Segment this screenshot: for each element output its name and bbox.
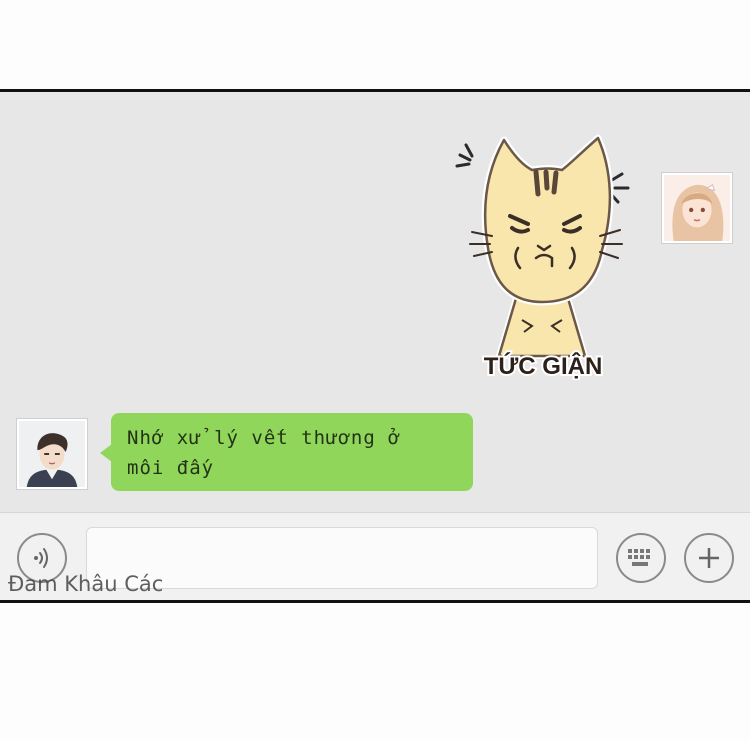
incoming-message-bubble[interactable]: Nhớ xử lý vết thương ở môi đấy [111,413,473,491]
my-avatar[interactable] [661,172,733,244]
watermark-text: Đam Khâu Các [8,572,164,596]
angry-cat-sticker[interactable]: TỨC GIẬN [452,130,634,382]
chat-message-area: TỨC GIẬN Nhớ xử lý vết thương ở môi đấy [0,92,750,512]
girl-avatar-icon [664,175,730,241]
sticker-caption: TỨC GIẬN [484,352,603,380]
man-avatar-icon [19,421,85,487]
plus-icon [699,548,719,568]
message-text-line-2: môi đấy [127,457,215,479]
contact-avatar[interactable] [16,418,88,490]
keyboard-icon [628,549,650,566]
message-text-line-1: Nhớ xử lý vết thương ở [127,427,401,449]
voice-wave-icon [34,548,48,568]
keyboard-button[interactable] [616,533,666,583]
add-attachment-button[interactable] [684,533,734,583]
angry-cat-icon: TỨC GIẬN [455,134,630,382]
chat-window: TỨC GIẬN Nhớ xử lý vết thương ở môi đấy … [0,89,750,603]
